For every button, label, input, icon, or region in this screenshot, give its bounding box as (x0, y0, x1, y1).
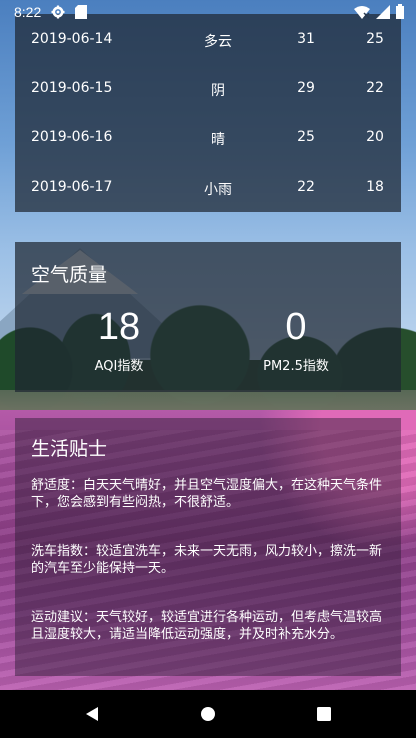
forecast-weather: 小雨 (204, 182, 232, 198)
life-tips-card: 生活贴士 舒适度：白天天气晴好，并且空气湿度偏大，在这种天气条件下，您会感到有些… (15, 418, 401, 676)
signal-icon (376, 4, 390, 24)
forecast-weather: 多云 (204, 34, 232, 50)
aqi-label: AQI指数 (94, 359, 144, 374)
forecast-high-temp: 29 (297, 80, 315, 96)
car-wash-tip: 洗车指数：较适宜洗车，未来一天无雨，风力较小，擦洗一新的汽车至少能保持一天。 (31, 544, 383, 576)
pm25-value: 0 (285, 306, 307, 348)
air-quality-card: 空气质量 18 AQI指数 0 PM2.5指数 (15, 242, 401, 392)
forecast-high-temp: 22 (297, 179, 315, 195)
wifi-icon (354, 5, 370, 24)
battery-icon (396, 4, 404, 24)
forecast-low-temp: 20 (366, 129, 384, 145)
forecast-row: 2019-06-15 阴 29 22 (15, 80, 401, 104)
forecast-weather: 晴 (211, 132, 225, 148)
forecast-date: 2019-06-14 (31, 31, 113, 47)
forecast-low-temp: 22 (366, 80, 384, 96)
comfort-tip: 舒适度：白天天气晴好，并且空气湿度偏大，在这种天气条件下，您会感到有些闷热，不很… (31, 478, 383, 510)
forecast-low-temp: 25 (366, 31, 384, 47)
forecast-row: 2019-06-17 小雨 22 18 (15, 179, 401, 203)
forecast-high-temp: 25 (297, 129, 315, 145)
air-quality-title: 空气质量 (31, 264, 108, 286)
forecast-date: 2019-06-16 (31, 129, 113, 145)
gear-icon (51, 5, 65, 19)
forecast-row: 2019-06-16 晴 25 20 (15, 129, 401, 153)
navigation-bar (0, 690, 416, 738)
home-icon[interactable] (198, 704, 218, 724)
status-time: 8:22 (14, 4, 42, 20)
forecast-date: 2019-06-17 (31, 179, 113, 195)
status-bar: 8:22 (0, 0, 416, 24)
aqi-value: 18 (97, 306, 141, 348)
forecast-high-temp: 31 (297, 31, 315, 47)
back-icon[interactable] (82, 704, 102, 724)
pm25-label: PM2.5指数 (263, 359, 329, 374)
forecast-row: 2019-06-14 多云 31 25 (15, 31, 401, 55)
sport-tip: 运动建议：天气较好，较适宜进行各种运动，但考虑气温较高且湿度较大，请适当降低运动… (31, 610, 383, 642)
sd-card-icon (75, 5, 88, 19)
life-tips-title: 生活贴士 (31, 438, 108, 460)
forecast-weather: 阴 (211, 83, 225, 99)
recents-icon[interactable] (314, 704, 334, 724)
status-icons (354, 4, 404, 24)
forecast-date: 2019-06-15 (31, 80, 113, 96)
forecast-card: 2019-06-14 多云 31 25 2019-06-15 阴 29 22 2… (15, 14, 401, 212)
forecast-low-temp: 18 (366, 179, 384, 195)
